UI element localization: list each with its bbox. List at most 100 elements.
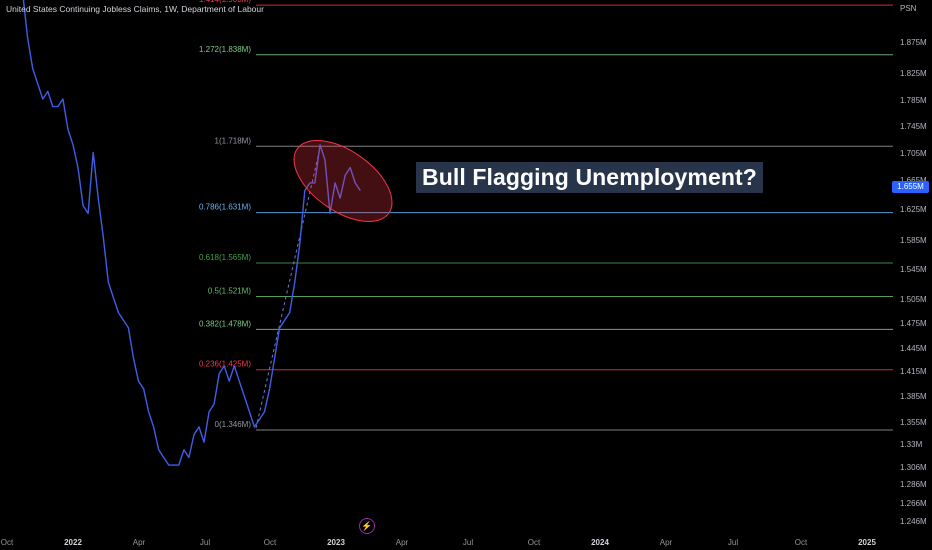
data-point — [152, 426, 155, 429]
data-point — [72, 143, 75, 146]
data-point — [213, 403, 216, 406]
data-point — [157, 449, 160, 452]
data-point — [132, 357, 135, 360]
x-tick-label: Oct — [528, 538, 541, 547]
y-tick-label: 1.785M — [900, 96, 927, 105]
y-tick-label: 1.745M — [900, 122, 927, 131]
y-tick-label: 1.385M — [900, 392, 927, 401]
y-tick-label: 1.286M — [900, 480, 927, 489]
data-point — [122, 319, 125, 322]
data-point — [162, 456, 165, 459]
data-point — [178, 464, 181, 467]
data-point — [228, 380, 231, 383]
data-point — [253, 426, 256, 429]
fib-level-label: 0.5(1.521M) — [208, 287, 251, 296]
data-point — [97, 197, 100, 200]
chart-title: United States Continuing Jobless Claims,… — [6, 4, 264, 14]
data-point — [183, 449, 186, 452]
data-point — [238, 380, 241, 383]
x-tick-label: 2023 — [327, 538, 345, 547]
data-point — [31, 67, 34, 70]
fib-level-label: 1.272(1.838M) — [199, 45, 251, 54]
y-tick-label: 1.306M — [900, 463, 927, 472]
fib-level-label: 0.382(1.478M) — [199, 319, 251, 328]
lightning-bolt-icon[interactable]: ⚡ — [359, 518, 375, 534]
x-tick-label: Apr — [396, 538, 409, 547]
x-tick-label: 2025 — [858, 538, 876, 547]
series-layer — [22, 0, 361, 467]
time-axis[interactable]: Oct 2022 Apr Jul Oct 2023 Apr Jul Oct 2024 Apr Jul O… — [1, 538, 877, 547]
data-point — [293, 281, 296, 284]
fib-level-label: 1(1.718M) — [215, 136, 252, 145]
x-tick-label: 2024 — [591, 538, 609, 547]
data-point — [62, 98, 65, 101]
data-point — [127, 326, 130, 329]
data-point — [299, 243, 302, 246]
data-point — [147, 410, 150, 413]
y-tick-label: 1.545M — [900, 265, 927, 274]
data-point — [288, 311, 291, 314]
y-tick-label: 1.445M — [900, 344, 927, 353]
data-point — [208, 410, 211, 413]
data-point — [268, 388, 271, 391]
x-tick-label: Apr — [660, 538, 673, 547]
data-point — [41, 98, 44, 101]
data-point — [52, 105, 55, 108]
y-tick-label: 1.33M — [900, 440, 923, 449]
y-tick-label: 1.415M — [900, 367, 927, 376]
y-tick-label: 1.875M — [900, 38, 927, 47]
y-tick-label: 1.705M — [900, 149, 927, 158]
fib-level-label: 0.618(1.565M) — [199, 253, 251, 262]
x-tick-label: Jul — [463, 538, 473, 547]
data-point — [57, 105, 60, 108]
data-point — [47, 90, 50, 93]
data-point — [117, 311, 120, 314]
data-point — [243, 395, 246, 398]
data-point — [26, 37, 29, 40]
x-tick-label: Apr — [133, 538, 146, 547]
data-point — [87, 212, 90, 215]
y-tick-label: 1.825M — [900, 69, 927, 78]
data-point — [278, 326, 281, 329]
y-tick-label: 1.585M — [900, 236, 927, 245]
data-point — [233, 365, 236, 368]
price-axis[interactable]: 1.875M1.825M1.785M1.745M1.705M1.665M1.62… — [900, 38, 927, 526]
data-point — [329, 212, 332, 215]
data-point — [102, 235, 105, 238]
data-point — [173, 464, 176, 467]
data-point — [198, 426, 201, 429]
data-point — [193, 433, 196, 436]
annotation-headline[interactable]: Bull Flagging Unemployment? — [416, 162, 763, 193]
data-point — [142, 388, 145, 391]
data-point — [77, 166, 80, 169]
data-point — [304, 189, 307, 192]
data-point — [167, 464, 170, 467]
x-tick-label: Oct — [795, 538, 808, 547]
x-tick-label: Oct — [264, 538, 277, 547]
flag-highlight-ellipse[interactable] — [280, 124, 406, 237]
data-point — [112, 296, 115, 299]
data-point — [223, 365, 226, 368]
data-point — [137, 380, 140, 383]
y-tick-label: 1.266M — [900, 499, 927, 508]
psn-badge[interactable]: PSN — [900, 4, 916, 13]
data-point — [82, 204, 85, 207]
x-tick-label: Oct — [1, 538, 14, 547]
y-tick-label: 1.475M — [900, 319, 927, 328]
data-point — [248, 410, 251, 413]
data-point — [36, 82, 39, 85]
data-point — [92, 151, 95, 154]
data-point — [283, 319, 286, 322]
y-tick-label: 1.505M — [900, 295, 927, 304]
fib-level-label: 0(1.346M) — [215, 420, 252, 429]
data-point — [188, 456, 191, 459]
data-point — [107, 281, 110, 284]
chart-canvas[interactable]: 1.414(1.903M)1.272(1.838M)1(1.718M)0.786… — [0, 0, 932, 550]
data-point — [263, 410, 266, 413]
last-price-badge: 1.655M — [892, 181, 929, 193]
x-tick-label: 2022 — [64, 538, 82, 547]
x-tick-label: Jul — [728, 538, 738, 547]
series-line — [22, 0, 361, 466]
y-tick-label: 1.246M — [900, 517, 927, 526]
data-point — [203, 441, 206, 444]
